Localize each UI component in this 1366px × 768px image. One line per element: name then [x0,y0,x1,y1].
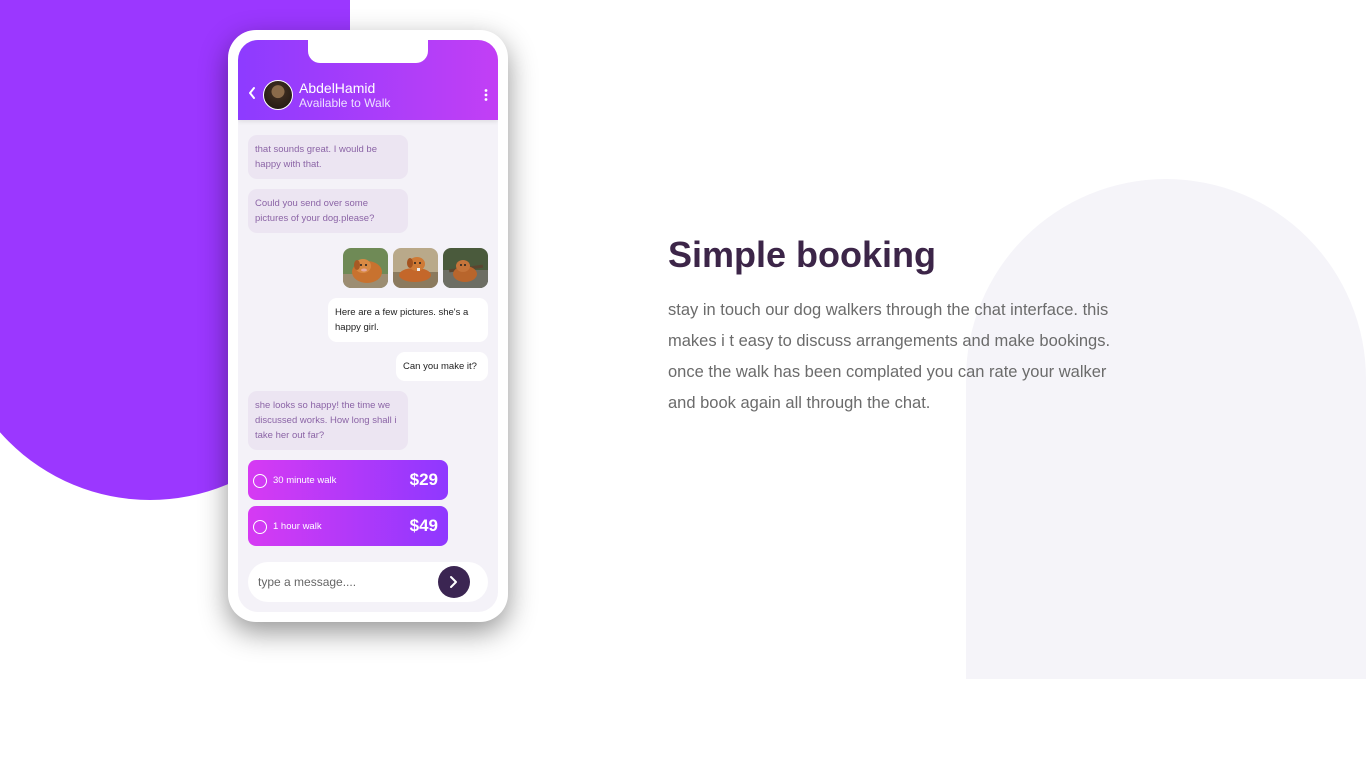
option-price: $29 [409,470,438,489]
phone-notch [308,40,428,63]
chevron-right-icon [450,576,457,588]
message-outgoing: Here are a few pictures. she's a happy g… [328,298,488,342]
phone-mockup: AbdelHamid Available to Walk that sounds… [228,30,508,622]
message-outgoing: Can you make it? [396,352,488,381]
decorative-arch [966,179,1366,679]
option-label: 30 minute walk [273,475,337,486]
message-incoming: she looks so happy! the time we discusse… [248,391,408,450]
page: AbdelHamid Available to Walk that sounds… [0,0,1366,768]
dog-photo-thumbnail[interactable] [443,248,488,288]
option-price: $49 [409,516,438,535]
walk-option-1-hour[interactable]: 1 hour walk $49 [248,506,448,546]
section-description: stay in touch our dog walkers through th… [668,301,1111,412]
avatar[interactable] [263,80,293,110]
message-input[interactable] [258,572,428,592]
chevron-left-icon[interactable] [248,86,256,100]
radio-button[interactable] [253,474,267,488]
phone-screen: AbdelHamid Available to Walk that sounds… [238,40,498,612]
contact-status: Available to Walk [299,96,391,110]
send-button[interactable] [438,566,470,598]
message-incoming: that sounds great. I would be happy with… [248,135,408,179]
section-title: Simple booking [668,234,937,275]
dog-photo-thumbnail[interactable] [393,248,438,288]
contact-name: AbdelHamid [299,80,376,96]
radio-button[interactable] [253,520,267,534]
vertical-dots-icon[interactable] [484,88,488,102]
option-label: 1 hour walk [273,521,322,532]
dog-photo-thumbnail[interactable] [343,248,388,288]
walk-option-30-min[interactable]: 30 minute walk $29 [248,460,448,500]
message-incoming: Could you send over some pictures of you… [248,189,408,233]
message-composer [248,562,488,602]
